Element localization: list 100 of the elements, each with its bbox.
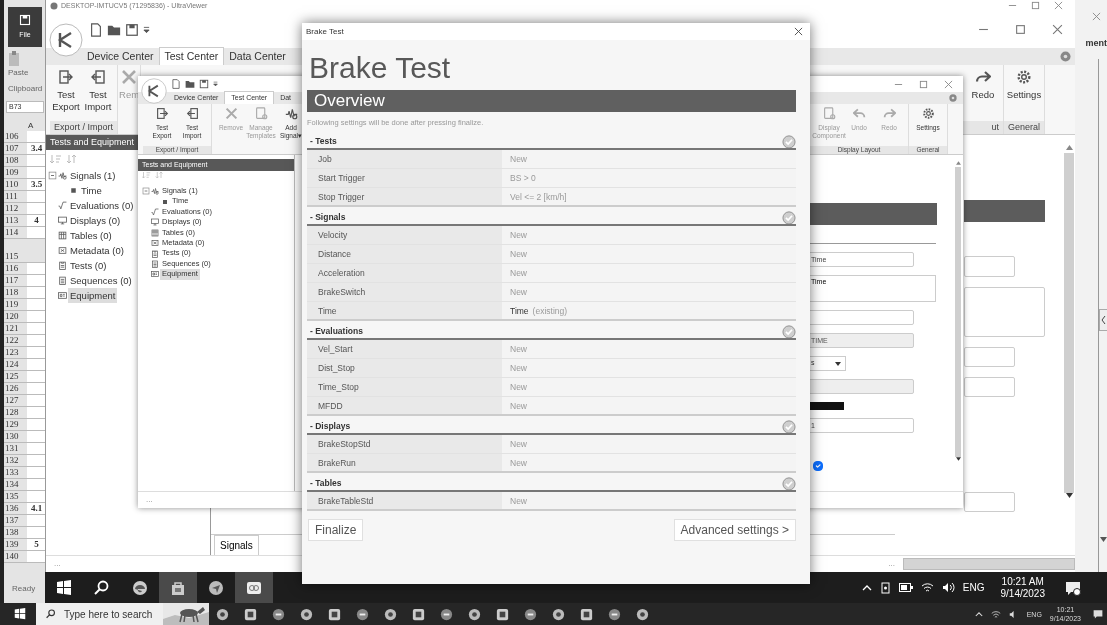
app-icon[interactable] <box>607 606 622 622</box>
sort-icon[interactable] <box>66 154 78 164</box>
tree-item[interactable]: Signals (1) <box>68 168 118 183</box>
app-icon[interactable] <box>551 606 566 622</box>
tree-item[interactable]: Equipment <box>68 288 118 303</box>
input-field[interactable] <box>964 256 1015 277</box>
notification-icon[interactable] <box>1093 609 1103 619</box>
table-cell[interactable] <box>27 371 46 382</box>
table-cell[interactable] <box>27 263 46 274</box>
table-cell[interactable] <box>27 479 46 490</box>
tree-item[interactable]: Metadata (0) <box>68 243 126 258</box>
checkbox[interactable] <box>813 461 823 471</box>
advanced-settings-button[interactable]: Advanced settings > <box>673 519 796 541</box>
close-icon[interactable] <box>1052 24 1063 35</box>
maximize-icon[interactable] <box>1031 1 1040 10</box>
finalize-button[interactable]: Finalize <box>308 519 364 541</box>
ribbon-button[interactable]: Settings <box>1007 65 1040 121</box>
table-cell[interactable] <box>27 527 46 538</box>
table-cell[interactable] <box>27 227 46 238</box>
collapse-icon[interactable] <box>1098 308 1107 331</box>
scrollbar-thumb[interactable] <box>1064 153 1074 493</box>
table-cell[interactable]: 3.5 <box>27 179 46 190</box>
tree-item[interactable]: Tables (0) <box>68 228 114 243</box>
clock-date[interactable]: 9/14/2023 <box>1000 587 1045 600</box>
notification-icon[interactable] <box>1065 579 1081 596</box>
table-cell[interactable] <box>27 131 46 142</box>
app-icon[interactable] <box>327 606 342 622</box>
language-indicator[interactable]: ENG <box>962 581 985 594</box>
app-icon[interactable] <box>243 606 258 622</box>
tree-item[interactable]: Displays (0) <box>68 213 123 228</box>
section-title[interactable]: - Signals <box>310 211 346 224</box>
new-file-icon[interactable] <box>171 79 181 89</box>
back-icon[interactable] <box>49 23 83 57</box>
app-icon[interactable] <box>439 606 454 622</box>
paste-icon[interactable] <box>8 51 22 67</box>
app-icon[interactable] <box>355 606 370 622</box>
section-title[interactable]: - Tests <box>310 135 337 148</box>
save-icon[interactable] <box>199 79 209 89</box>
app-icon[interactable] <box>495 606 510 622</box>
scroll-arrow-icon[interactable] <box>955 457 961 461</box>
app-icon[interactable] <box>467 606 482 622</box>
table-cell[interactable] <box>27 467 46 478</box>
app-icon[interactable] <box>635 606 650 622</box>
ribbon-tab[interactable]: ment <box>1085 37 1107 51</box>
wifi-icon[interactable] <box>990 609 1001 619</box>
tree-item[interactable]: Evaluations (0) <box>68 198 136 213</box>
table-cell[interactable] <box>27 335 46 346</box>
scroll-arrow-icon[interactable] <box>1065 493 1073 498</box>
input-field[interactable] <box>964 492 1015 512</box>
table-cell[interactable] <box>27 431 46 442</box>
tree-item[interactable]: Tests (0) <box>68 258 109 273</box>
table-cell[interactable] <box>27 551 46 562</box>
tab[interactable]: Signals <box>214 535 259 555</box>
tree-item[interactable]: Sequences (0) <box>68 273 134 288</box>
table-cell[interactable] <box>27 299 46 310</box>
back-icon[interactable] <box>141 78 167 104</box>
table-cell[interactable] <box>27 191 46 202</box>
section-title[interactable]: - Displays <box>310 420 351 433</box>
table-cell[interactable] <box>27 407 46 418</box>
app-icon[interactable] <box>411 606 426 622</box>
input-field[interactable] <box>964 347 1015 367</box>
table-cell[interactable] <box>27 515 46 526</box>
battery-icon[interactable] <box>898 583 913 592</box>
table-cell[interactable]: 4.1 <box>27 503 46 514</box>
section-title[interactable]: - Tables <box>310 477 342 490</box>
scrollbar-thumb[interactable] <box>955 167 961 457</box>
table-cell[interactable]: 4 <box>27 215 46 226</box>
close-icon[interactable] <box>944 79 953 89</box>
table-cell[interactable] <box>27 359 46 370</box>
clock-time[interactable]: 10:21 AM <box>1000 575 1045 588</box>
app-icon[interactable] <box>523 606 538 622</box>
table-cell[interactable] <box>27 443 46 454</box>
dropdown-icon[interactable] <box>213 79 218 89</box>
scroll-arrow-icon[interactable] <box>1099 537 1107 542</box>
table-cell[interactable] <box>27 491 46 502</box>
save-icon[interactable] <box>125 22 139 37</box>
table-cell[interactable] <box>27 347 46 358</box>
input-field[interactable] <box>964 287 1045 337</box>
table-cell[interactable] <box>27 419 46 430</box>
collapse-icon[interactable] <box>48 171 57 180</box>
ribbon-button[interactable]: Test Import <box>82 65 114 121</box>
ribbon-button[interactable]: Redo <box>966 65 999 121</box>
tab[interactable]: Device Center <box>82 48 159 65</box>
help-icon[interactable] <box>949 94 957 102</box>
input-field[interactable] <box>964 377 1015 397</box>
windows-logo-icon[interactable] <box>14 608 26 620</box>
tab[interactable]: Data Center <box>224 48 291 65</box>
table-cell[interactable] <box>27 311 46 322</box>
help-icon[interactable] <box>1060 51 1071 62</box>
close-icon[interactable] <box>794 27 803 36</box>
app-icon[interactable] <box>579 606 594 622</box>
chevron-up-icon[interactable] <box>974 611 983 617</box>
maximize-icon[interactable] <box>919 79 928 89</box>
table-cell[interactable] <box>27 455 46 466</box>
speaker-icon[interactable] <box>941 582 955 593</box>
table-cell[interactable] <box>27 203 46 214</box>
tab[interactable]: Test Center <box>158 47 225 65</box>
search-field[interactable]: Type here to search <box>36 603 209 625</box>
folder-icon[interactable] <box>185 79 195 89</box>
maximize-icon[interactable] <box>1015 24 1026 35</box>
